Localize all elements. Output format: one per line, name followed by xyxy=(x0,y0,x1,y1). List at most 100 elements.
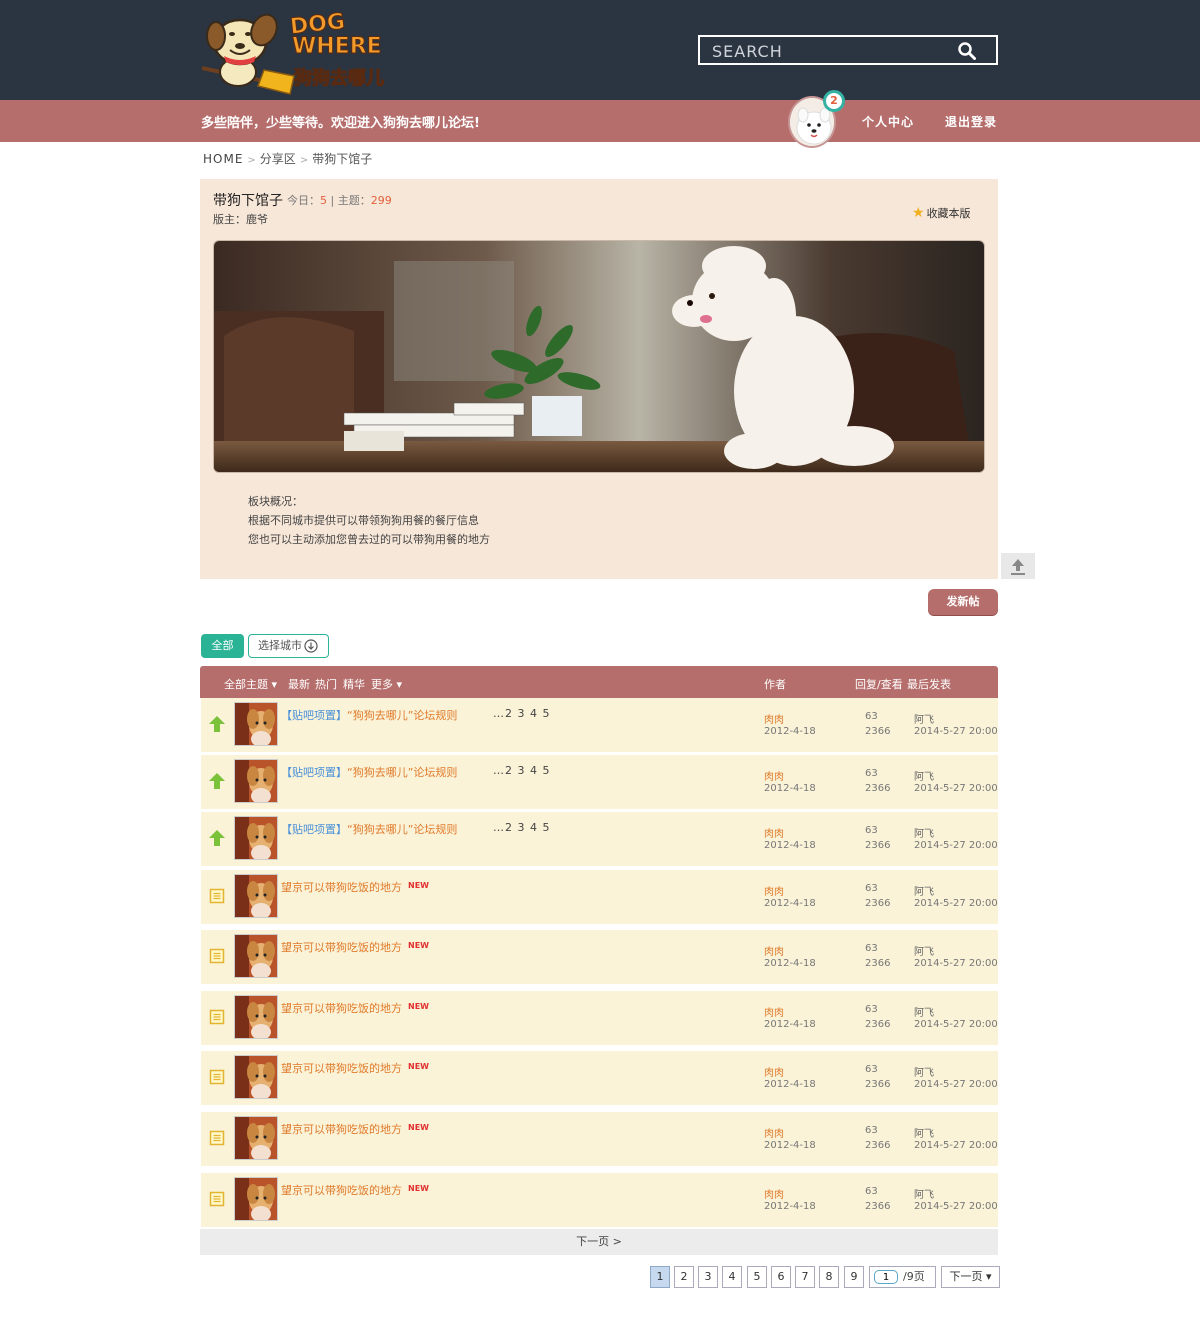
notification-badge[interactable]: 2 xyxy=(823,90,845,112)
last-reply-user-link[interactable]: 阿飞 xyxy=(914,825,934,840)
last-reply-user-link[interactable]: 阿飞 xyxy=(914,943,934,958)
page-number-button[interactable]: 2 xyxy=(674,1266,694,1288)
author-avatar-thumbnail[interactable] xyxy=(234,874,278,918)
topic-title-link[interactable]: 望京可以带狗吃饭的地方 xyxy=(281,1182,402,1198)
more-dropdown[interactable]: 更多 ▾ xyxy=(371,676,402,692)
author-avatar-thumbnail[interactable] xyxy=(234,1055,278,1099)
topic-page-links[interactable]: …2 3 4 5 xyxy=(493,764,550,777)
topic-post-date: 2012-4-18 xyxy=(764,783,816,794)
topic-author-link[interactable]: 肉肉 xyxy=(764,943,784,958)
topic-row[interactable]: 【贴吧项置】“狗狗去哪儿”论坛规则 …2 3 4 5 肉肉 2012-4-18 63 23… xyxy=(201,812,998,866)
search-icon[interactable] xyxy=(958,42,976,60)
reply-count: 63 xyxy=(865,943,878,954)
sort-hot-tab[interactable]: 热门 xyxy=(315,676,337,692)
last-reply-user-link[interactable]: 阿飞 xyxy=(914,768,934,783)
topic-author-link[interactable]: 肉肉 xyxy=(764,711,784,726)
topic-row[interactable]: 望京可以带狗吃饭的地方 NEW 肉肉 2012-4-18 63 2366 阿飞 2014-5-… xyxy=(201,1112,998,1166)
view-count: 2366 xyxy=(865,783,891,794)
topic-author-link[interactable]: 肉肉 xyxy=(764,1004,784,1019)
topic-title-link[interactable]: 望京可以带狗吃饭的地方 xyxy=(281,939,402,955)
page-number-button[interactable]: 5 xyxy=(747,1266,767,1288)
page-number-button[interactable]: 6 xyxy=(771,1266,791,1288)
board-info-panel: 带狗下馆子 今日：5 | 主题：299 版主：鹿爷 ★ 收藏本版 板块概况： 根… xyxy=(200,179,998,579)
last-reply-user-link[interactable]: 阿飞 xyxy=(914,711,934,726)
topic-author-link[interactable]: 肉肉 xyxy=(764,1125,784,1140)
last-reply-user-link[interactable]: 阿飞 xyxy=(914,1064,934,1079)
search-input[interactable] xyxy=(712,40,952,62)
reply-count: 63 xyxy=(865,711,878,722)
page-number-button[interactable]: 1 xyxy=(650,1266,670,1288)
page-number-button[interactable]: 4 xyxy=(722,1266,742,1288)
topic-author-link[interactable]: 肉肉 xyxy=(764,825,784,840)
topic-author-link[interactable]: 肉肉 xyxy=(764,1186,784,1201)
author-avatar-thumbnail[interactable] xyxy=(234,934,278,978)
next-page-button[interactable]: 下一页 ▾ xyxy=(941,1266,1000,1288)
topic-title-text: “狗狗去哪儿”论坛规则 xyxy=(347,766,458,779)
back-to-top-button[interactable] xyxy=(1001,553,1035,579)
favorite-board-button[interactable]: ★ 收藏本版 xyxy=(912,205,971,221)
last-reply-user-link[interactable]: 阿飞 xyxy=(914,1125,934,1140)
all-topics-dropdown[interactable]: 全部主题 ▾ xyxy=(224,676,277,692)
page-number-button[interactable]: 9 xyxy=(844,1266,864,1288)
topic-title-link[interactable]: 望京可以带狗吃饭的地方 xyxy=(281,1060,402,1076)
author-avatar-thumbnail[interactable] xyxy=(234,995,278,1039)
page-number-button[interactable]: 7 xyxy=(795,1266,815,1288)
last-reply-user-link[interactable]: 阿飞 xyxy=(914,1004,934,1019)
topic-row[interactable]: 望京可以带狗吃饭的地方 NEW 肉肉 2012-4-18 63 2366 阿飞 2014-5-… xyxy=(201,991,998,1045)
profile-center-link[interactable]: 个人中心 xyxy=(862,113,914,130)
welcome-slogan: 多些陪伴，少些等待。欢迎进入狗狗去哪儿论坛! xyxy=(201,116,480,131)
author-avatar-thumbnail[interactable] xyxy=(234,1116,278,1160)
topic-row[interactable]: 【贴吧项置】“狗狗去哪儿”论坛规则 …2 3 4 5 肉肉 2012-4-18 63 23… xyxy=(201,755,998,809)
site-logo[interactable]: DOG WHERE 狗狗去哪儿 xyxy=(198,6,393,96)
topic-title-link[interactable]: 【贴吧项置】“狗狗去哪儿”论坛规则 xyxy=(281,821,457,837)
topic-author-link[interactable]: 肉肉 xyxy=(764,768,784,783)
topic-title-link[interactable]: 望京可以带狗吃饭的地方 xyxy=(281,879,402,895)
topic-author-link[interactable]: 肉肉 xyxy=(764,1064,784,1079)
view-count: 2366 xyxy=(865,840,891,851)
topic-document-icon xyxy=(209,948,225,964)
page-number-button[interactable]: 8 xyxy=(819,1266,839,1288)
logout-link[interactable]: 退出登录 xyxy=(945,113,997,130)
next-page-bar[interactable]: 下一页 > xyxy=(200,1229,998,1255)
author-avatar-thumbnail[interactable] xyxy=(234,1177,278,1221)
breadcrumb-home[interactable]: HOME xyxy=(203,152,243,166)
select-city-label: 选择城市 xyxy=(258,639,302,652)
author-avatar-thumbnail[interactable] xyxy=(234,816,278,860)
topic-row[interactable]: 望京可以带狗吃饭的地方 NEW 肉肉 2012-4-18 63 2366 阿飞 2014-5-… xyxy=(201,1173,998,1227)
pinned-up-arrow-icon xyxy=(209,830,225,846)
topic-author-link[interactable]: 肉肉 xyxy=(764,883,784,898)
topic-post-date: 2012-4-18 xyxy=(764,726,816,737)
logo-text-cn: 狗狗去哪儿 xyxy=(294,68,385,90)
topic-page-links[interactable]: …2 3 4 5 xyxy=(493,707,550,720)
last-reply-date: 2014-5-27 20:00 xyxy=(914,726,998,737)
author-avatar-thumbnail[interactable] xyxy=(234,759,278,803)
topic-row[interactable]: 望京可以带狗吃饭的地方 NEW 肉肉 2012-4-18 63 2366 阿飞 2014-5-… xyxy=(201,870,998,924)
pinned-tag: 【贴吧项置】 xyxy=(281,709,347,722)
topic-title-link[interactable]: 望京可以带狗吃饭的地方 xyxy=(281,1121,402,1137)
favorite-label: 收藏本版 xyxy=(926,207,971,220)
filter-all-button[interactable]: 全部 xyxy=(201,634,244,658)
breadcrumb: HOME > 分享区 > 带狗下馆子 xyxy=(203,150,372,167)
new-badge: NEW xyxy=(408,1002,429,1011)
page-number-button[interactable]: 3 xyxy=(698,1266,718,1288)
topic-title-link[interactable]: 望京可以带狗吃饭的地方 xyxy=(281,1000,402,1016)
author-avatar-thumbnail[interactable] xyxy=(234,702,278,746)
topic-page-links[interactable]: …2 3 4 5 xyxy=(493,821,550,834)
search-box[interactable] xyxy=(698,35,998,65)
topic-title-link[interactable]: 【贴吧项置】“狗狗去哪儿”论坛规则 xyxy=(281,764,457,780)
breadcrumb-share-area[interactable]: 分享区 xyxy=(260,152,296,166)
sort-featured-tab[interactable]: 精华 xyxy=(343,676,365,692)
last-reply-user-link[interactable]: 阿飞 xyxy=(914,883,934,898)
topic-row[interactable]: 望京可以带狗吃饭的地方 NEW 肉肉 2012-4-18 63 2366 阿飞 2014-5-… xyxy=(201,1051,998,1105)
page-jump-input[interactable] xyxy=(874,1270,898,1284)
topic-title-link[interactable]: 【贴吧项置】“狗狗去哪儿”论坛规则 xyxy=(281,707,457,723)
topic-post-date: 2012-4-18 xyxy=(764,1140,816,1151)
topic-row[interactable]: 【贴吧项置】“狗狗去哪儿”论坛规则 …2 3 4 5 肉肉 2012-4-18 63 23… xyxy=(201,698,998,752)
last-reply-user-link[interactable]: 阿飞 xyxy=(914,1186,934,1201)
topic-row[interactable]: 望京可以带狗吃饭的地方 NEW 肉肉 2012-4-18 63 2366 阿飞 2014-5-… xyxy=(201,930,998,984)
select-city-dropdown[interactable]: 选择城市 xyxy=(248,634,329,658)
welcome-bar: 多些陪伴，少些等待。欢迎进入狗狗去哪儿论坛! 2 个人中心 退出登录 xyxy=(0,90,1200,148)
poodle-restaurant-photo xyxy=(214,241,984,472)
new-post-button[interactable]: 发新帖 xyxy=(928,589,998,615)
sort-latest-tab[interactable]: 最新 xyxy=(288,676,310,692)
